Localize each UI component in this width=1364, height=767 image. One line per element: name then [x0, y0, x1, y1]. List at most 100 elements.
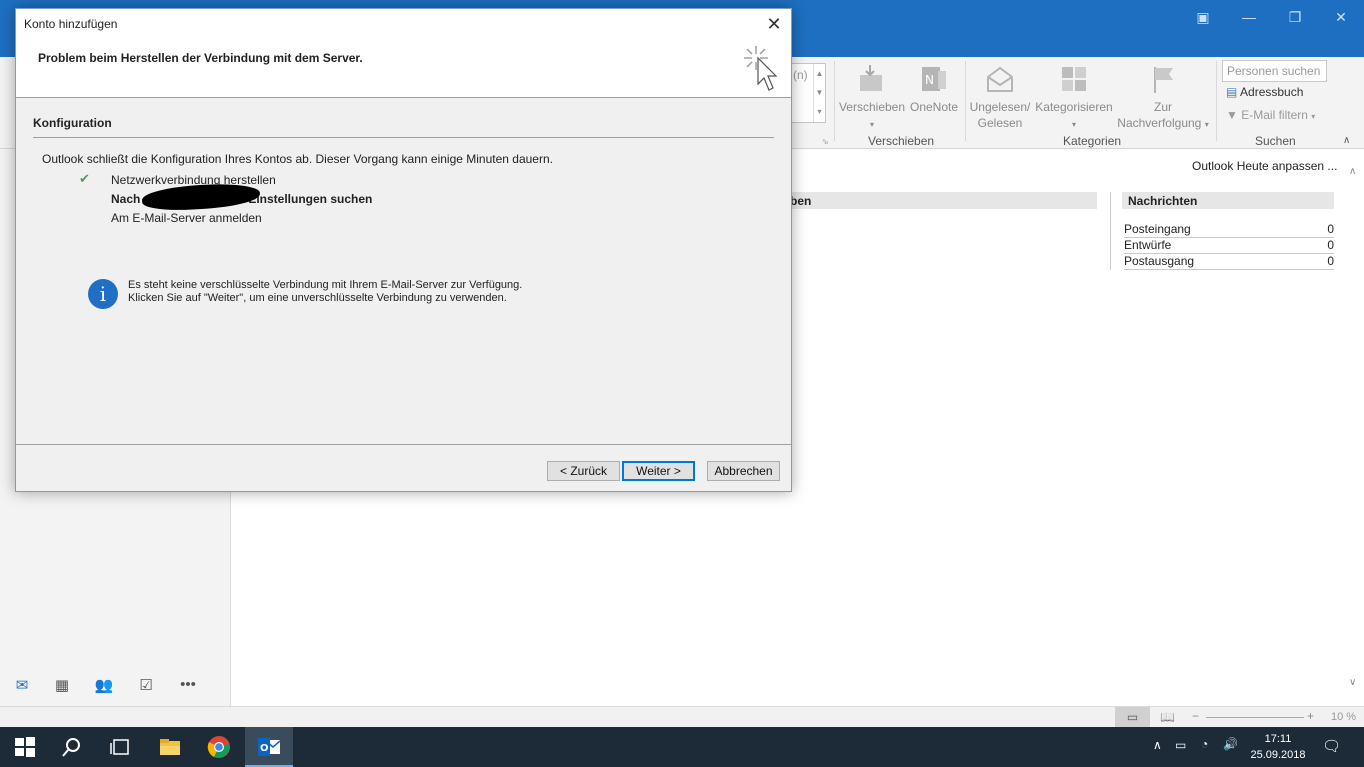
- restore-icon[interactable]: ❐: [1272, 4, 1318, 30]
- messages-row-count: 0: [1327, 238, 1334, 252]
- dialog-close-icon[interactable]: ✕: [763, 13, 785, 35]
- messages-row-label: Posteingang: [1124, 222, 1191, 236]
- dialog-header: Problem beim Herstellen der Verbindung m…: [16, 39, 791, 98]
- outlook-icon: O: [258, 738, 281, 756]
- cancel-button[interactable]: Abbrechen: [707, 461, 780, 481]
- add-account-dialog: Konto hinzufügen ✕ Problem beim Herstell…: [15, 8, 792, 492]
- zoom-in-icon[interactable]: +: [1307, 709, 1314, 723]
- email-filter-button[interactable]: ▼ E-Mail filtern ▾: [1226, 108, 1315, 122]
- zoom-slider[interactable]: [1206, 717, 1304, 718]
- filter-icon: ▼: [1226, 108, 1238, 122]
- chevron-down-icon: ▾: [1071, 120, 1076, 129]
- ribbon-display-options-icon[interactable]: ▣: [1180, 4, 1226, 30]
- outlook-taskbar-button[interactable]: O: [245, 727, 293, 767]
- ribbon-separator: [1216, 61, 1217, 141]
- next-button[interactable]: Weiter >: [622, 461, 695, 481]
- messages-row-count: 0: [1327, 254, 1334, 268]
- envelope-open-icon: [987, 66, 1013, 92]
- unread-label-line2: Gelesen: [977, 116, 1023, 130]
- busy-cursor-icon: [744, 46, 778, 91]
- volume-icon[interactable]: 🔊: [1223, 737, 1238, 751]
- onenote-label: OneNote: [909, 100, 959, 114]
- close-window-icon[interactable]: ✕: [1318, 4, 1364, 30]
- info-text-line1: Es steht keine verschlüsselte Verbindung…: [128, 279, 523, 291]
- messages-row-drafts[interactable]: Entwürfe 0: [1124, 238, 1334, 254]
- dialog-launcher-icon[interactable]: ⬂: [822, 137, 829, 146]
- dialog-title: Konto hinzufügen: [24, 17, 118, 31]
- zoom-level[interactable]: 10 %: [1331, 711, 1356, 723]
- clock-time: 17:11: [1264, 733, 1292, 745]
- minimize-icon[interactable]: —: [1226, 4, 1272, 30]
- messages-row-inbox[interactable]: Posteingang 0: [1124, 222, 1334, 238]
- flag-icon: [1154, 67, 1173, 93]
- categorize-label: Kategorisieren: [1035, 100, 1113, 114]
- mail-icon[interactable]: ✉: [10, 676, 34, 694]
- follow-up-button[interactable]: Zur Nachverfolgung ▾: [1114, 63, 1212, 133]
- move-button[interactable]: Verschieben ▾: [838, 63, 906, 133]
- search-people-input[interactable]: Personen suchen: [1222, 60, 1327, 82]
- categories-group-label: Kategorien: [1063, 134, 1122, 148]
- chevron-down-icon: ▾: [1311, 112, 1316, 121]
- column-header-partial: ben: [790, 192, 1097, 209]
- tasks-icon[interactable]: ☑: [134, 676, 158, 694]
- chevron-down-icon: ▾: [1204, 120, 1209, 129]
- taskbar-clock[interactable]: 17:11 25.09.2018: [1246, 731, 1310, 763]
- wifi-icon[interactable]: ◔: [1201, 737, 1208, 751]
- checkmark-icon: ✔: [79, 171, 90, 186]
- move-label: Verschieben: [838, 100, 906, 114]
- back-button[interactable]: < Zurück: [547, 461, 620, 481]
- intro-text: Outlook schließt die Konfiguration Ihres…: [42, 152, 553, 166]
- status-bar: ▭ 📖 − + 10 %: [0, 706, 1364, 727]
- step-login: Am E-Mail-Server anmelden: [111, 211, 262, 225]
- notifications-icon[interactable]: 🗨: [1322, 737, 1341, 755]
- categorize-button[interactable]: Kategorisieren ▾: [1034, 63, 1114, 133]
- dialog-headline: Problem beim Herstellen der Verbindung m…: [38, 51, 363, 65]
- zoom-out-icon[interactable]: −: [1192, 709, 1199, 723]
- quick-steps-gallery[interactable]: (n) ▲ ▼ ▾: [790, 63, 826, 123]
- quick-steps-partial-label: (n): [793, 68, 808, 82]
- unread-read-button[interactable]: Ungelesen/Gelesen: [968, 63, 1032, 131]
- info-icon: i: [88, 279, 118, 309]
- onenote-button[interactable]: N OneNote: [906, 63, 962, 115]
- scroll-up-icon[interactable]: ∧: [1349, 166, 1356, 177]
- follow-up-label-line1: Zur: [1154, 100, 1172, 114]
- section-heading: Konfiguration: [33, 116, 112, 130]
- info-text-line2: Klicken Sie auf "Weiter", um eine unvers…: [128, 292, 507, 304]
- collapse-ribbon-icon[interactable]: ∧: [1343, 135, 1350, 146]
- messages-header: Nachrichten: [1122, 192, 1334, 209]
- address-book-label: Adressbuch: [1240, 85, 1304, 99]
- reading-view-icon[interactable]: 📖: [1160, 707, 1180, 727]
- battery-icon[interactable]: ▭: [1175, 738, 1186, 752]
- calendar-icon[interactable]: ▦: [50, 676, 74, 694]
- customize-outlook-today-link[interactable]: Outlook Heute anpassen ...: [1192, 159, 1337, 173]
- onenote-icon: N: [922, 67, 946, 91]
- windows-start-icon[interactable]: [13, 735, 37, 759]
- move-folder-icon: [860, 65, 882, 91]
- step-search-suffix: -Einstellungen suchen: [244, 192, 373, 206]
- search-icon[interactable]: [60, 735, 84, 759]
- step-search-prefix: Nach: [111, 192, 141, 206]
- move-group-label: Verschieben: [868, 134, 935, 148]
- svg-text:O: O: [260, 743, 269, 754]
- dialog-title-bar: Konto hinzufügen: [16, 9, 791, 39]
- categorize-grid-icon: [1062, 67, 1086, 91]
- unread-label-line1: Ungelesen/: [969, 100, 1031, 114]
- footer-divider: [16, 444, 791, 445]
- section-divider: [33, 137, 774, 138]
- ribbon-separator: [834, 61, 835, 141]
- gallery-scroll-icon[interactable]: ▲ ▼ ▾: [813, 64, 825, 122]
- show-hidden-icons[interactable]: ∧: [1153, 738, 1162, 752]
- more-icon[interactable]: •••: [176, 676, 200, 694]
- file-explorer-icon[interactable]: [158, 735, 182, 759]
- follow-up-label-line2: Nachverfolgung: [1117, 116, 1202, 130]
- messages-row-count: 0: [1327, 222, 1334, 236]
- search-group-label: Suchen: [1255, 134, 1296, 148]
- chrome-icon[interactable]: [207, 735, 231, 759]
- people-icon[interactable]: 👥: [92, 676, 116, 694]
- svg-text:N: N: [925, 73, 934, 87]
- normal-view-icon[interactable]: ▭: [1115, 707, 1150, 727]
- messages-row-outbox[interactable]: Postausgang 0: [1124, 254, 1334, 270]
- task-view-icon[interactable]: [108, 735, 132, 759]
- scroll-down-icon[interactable]: ∨: [1349, 677, 1356, 688]
- address-book-button[interactable]: ▤ Adressbuch: [1226, 85, 1303, 99]
